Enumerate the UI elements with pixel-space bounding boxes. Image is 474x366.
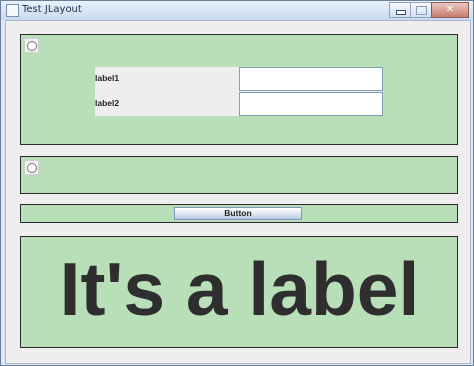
java-app-icon: [6, 4, 19, 17]
window-controls: ✕: [389, 2, 469, 18]
maximize-icon: [416, 6, 427, 15]
big-label: It's a label: [59, 247, 420, 331]
minimize-button[interactable]: [389, 2, 411, 18]
maximize-button[interactable]: [410, 2, 432, 18]
radio-circle-icon: [27, 163, 37, 173]
form-grid: label1 label2: [95, 67, 383, 116]
field2-input[interactable]: [239, 92, 383, 116]
title-bar[interactable]: Test JLayout ✕: [1, 1, 473, 20]
main-button[interactable]: Button: [174, 207, 302, 220]
app-window: Test JLayout ✕ label1 label2 Button It's…: [0, 0, 474, 366]
label2: label2: [95, 98, 120, 108]
close-button[interactable]: ✕: [431, 2, 469, 18]
content-pane: label1 label2 Button It's a label: [5, 20, 471, 364]
panel-radio-2[interactable]: [24, 160, 39, 175]
window-title: Test JLayout: [22, 4, 82, 15]
label1: label1: [95, 73, 120, 83]
field1-input[interactable]: [239, 67, 383, 91]
minimize-icon: [396, 10, 406, 15]
panel-radio-1[interactable]: [24, 38, 39, 53]
button-panel: Button: [20, 204, 458, 223]
form-panel: label1 label2: [20, 34, 458, 145]
radio-circle-icon: [27, 41, 37, 51]
empty-panel: [20, 156, 458, 194]
label-panel: It's a label: [20, 236, 458, 348]
close-icon: ✕: [445, 4, 455, 15]
